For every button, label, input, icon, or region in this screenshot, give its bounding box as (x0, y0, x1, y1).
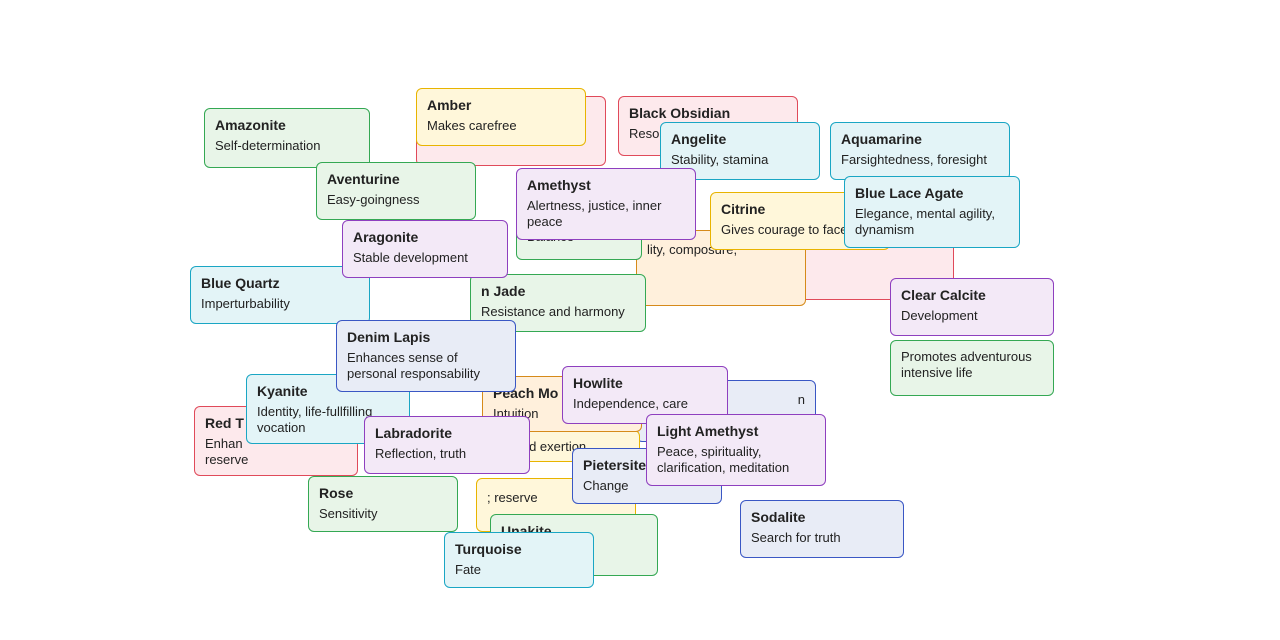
card-title: Blue Quartz (201, 275, 359, 293)
card-denim-lapis[interactable]: Denim Lapis Enhances sense of personal re… (336, 320, 516, 392)
card-title: Rose (319, 485, 447, 503)
card-turquoise[interactable]: Turquoise Fate (444, 532, 594, 588)
card-desc: Promotes adventurous intensive life (901, 349, 1043, 382)
card-title: Light Amethyst (657, 423, 815, 441)
diagram-canvas: { "cards": { "amazonite": {"title":"Amaz… (0, 0, 1280, 640)
card-title: Amethyst (527, 177, 685, 195)
card-aventurine[interactable]: Aventurine Easy-goingness (316, 162, 476, 220)
card-desc: Alertness, justice, inner peace (527, 198, 685, 231)
card-desc: Search for truth (751, 530, 893, 546)
card-title: Black Obsidian (629, 105, 787, 123)
card-desc: Farsightedness, foresight (841, 152, 999, 168)
card-desc: Resistance and harmony (481, 304, 635, 320)
card-sodalite[interactable]: Sodalite Search for truth (740, 500, 904, 558)
card-desc: Enhances sense of personal responsabilit… (347, 350, 505, 383)
card-desc: Stable development (353, 250, 497, 266)
card-title: Aquamarine (841, 131, 999, 149)
card-title: Amazonite (215, 117, 359, 135)
card-desc: Elegance, mental agility, dynamism (855, 206, 1009, 239)
card-title: Denim Lapis (347, 329, 505, 347)
card-clear-calcite[interactable]: Clear Calcite Development (890, 278, 1054, 336)
card-title: Aragonite (353, 229, 497, 247)
card-desc: Sensitivity (319, 506, 447, 522)
card-desc: Stability, stamina (671, 152, 809, 168)
card-adventurous[interactable]: Promotes adventurous intensive life (890, 340, 1054, 396)
card-rose[interactable]: Rose Sensitivity (308, 476, 458, 532)
card-title: Aventurine (327, 171, 465, 189)
card-amber[interactable]: Amber Makes carefree (416, 88, 586, 146)
card-desc: Self-determination (215, 138, 359, 154)
card-desc: Peace, spirituality, clarification, medi… (657, 444, 815, 477)
card-amazonite[interactable]: Amazonite Self-determination (204, 108, 370, 168)
card-desc: Development (901, 308, 1043, 324)
card-title: Clear Calcite (901, 287, 1043, 305)
card-title: Blue Lace Agate (855, 185, 1009, 203)
card-aragonite[interactable]: Aragonite Stable development (342, 220, 508, 278)
card-desc: Independence, care (573, 396, 717, 412)
card-desc: Easy-goingness (327, 192, 465, 208)
card-title: Amber (427, 97, 575, 115)
card-aquamarine[interactable]: Aquamarine Farsightedness, foresight (830, 122, 1010, 180)
card-blue-lace[interactable]: Blue Lace Agate Elegance, mental agility,… (844, 176, 1020, 248)
card-desc: Fate (455, 562, 583, 578)
card-title: Howlite (573, 375, 717, 393)
card-title: Turquoise (455, 541, 583, 559)
card-title: Angelite (671, 131, 809, 149)
card-title: Sodalite (751, 509, 893, 527)
card-amethyst[interactable]: Amethyst Alertness, justice, inner peace (516, 168, 696, 240)
card-desc: Imperturbability (201, 296, 359, 312)
card-desc: Makes carefree (427, 118, 575, 134)
card-light-amethyst[interactable]: Light Amethyst Peace, spirituality, clari… (646, 414, 826, 486)
card-desc: Reflection, truth (375, 446, 519, 462)
card-title: n Jade (481, 283, 635, 301)
card-title: Labradorite (375, 425, 519, 443)
card-labradorite[interactable]: Labradorite Reflection, truth (364, 416, 530, 474)
